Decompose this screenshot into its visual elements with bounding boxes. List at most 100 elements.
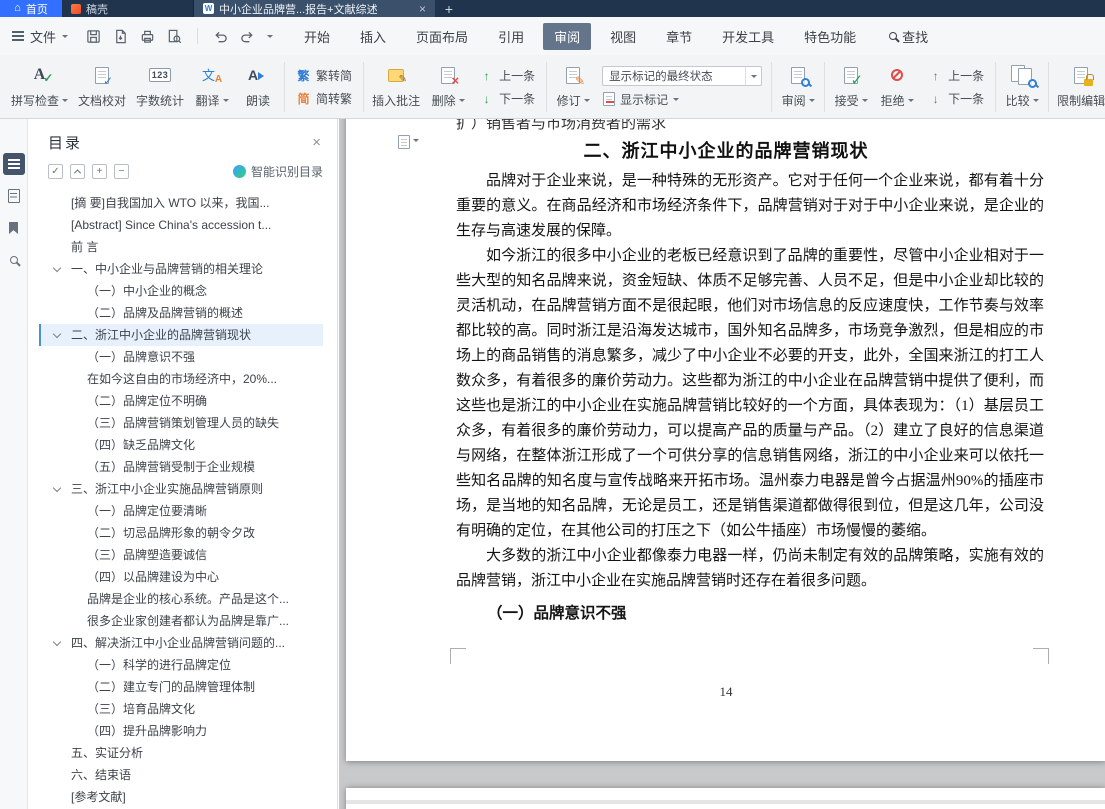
collapse-arrow-icon[interactable] [52,263,62,273]
translate-button[interactable]: 文A 翻译 [189,59,235,115]
next-page-top[interactable] [346,788,1105,809]
word-count-button[interactable]: 123 字数统计 [131,59,189,115]
markup-state-select[interactable]: 显示标记的最终状态 [602,65,763,86]
select-toggle-button[interactable]: ✓ [48,164,63,179]
toc-item[interactable]: （一）品牌定位要清晰 [39,500,323,522]
close-icon[interactable]: × [312,135,321,150]
collapse-arrow-icon[interactable] [52,637,62,647]
collapse-level-button[interactable]: − [114,164,129,179]
export-pdf-button[interactable] [113,29,128,44]
print-button[interactable] [140,29,155,44]
redo-dropdown-icon[interactable] [267,35,274,41]
toc-item[interactable]: （二）品牌定位不明确 [39,390,323,412]
toc-item[interactable]: 四、解决浙江中小企业品牌营销问题的... [39,632,323,654]
menu-tab-页面布局[interactable]: 页面布局 [405,23,479,50]
menu-tab-开发工具[interactable]: 开发工具 [711,23,785,50]
next-change-button[interactable]: ↓ 下一条 [924,89,988,108]
toc-item[interactable]: （二）建立专门的品牌管理体制 [39,676,323,698]
doc-proof-button[interactable]: ✓ 文档校对 [73,59,131,115]
toc-item[interactable]: 六、结束语 [39,764,323,786]
smart-toc-label: 智能识别目录 [250,165,323,179]
toc-item[interactable]: （三）品牌塑造要诚信 [39,544,323,566]
menu-tab-开始[interactable]: 开始 [293,23,341,50]
accept-button[interactable]: ✓ 接受 [828,59,874,115]
file-menu-button[interactable]: 文件 [0,27,78,46]
toc-item[interactable]: （二）切忌品牌形象的朝令夕改 [39,522,323,544]
toc-item[interactable]: （三）品牌营销策划管理人员的缺失 [39,412,323,434]
menu-tab-审阅[interactable]: 审阅 [543,22,592,50]
toc-item[interactable]: 品牌是企业的核心系统。产品是这个... [39,588,323,610]
toc-item[interactable]: 五、实证分析 [39,742,323,764]
redo-button[interactable] [240,29,255,44]
reject-button[interactable]: 拒绝 [874,59,920,115]
chevron-down-icon [222,98,229,105]
trad-to-simp-button[interactable]: 繁 繁转简 [292,66,356,85]
simp-to-trad-button[interactable]: 简 简转繁 [292,89,356,108]
document-page[interactable]: 扩）销售者与市场消费者的需求 二、浙江中小企业的品牌营销现状 品牌对于企业来说，… [346,119,1105,761]
tab-close-icon[interactable]: × [419,3,426,15]
toc-item[interactable]: 很多企业家创建者都认为品牌是靠广... [39,610,323,632]
tab-promo[interactable]: 稿壳 [62,0,194,17]
document-icon [7,189,20,203]
toc-item[interactable]: （二）品牌及品牌营销的概述 [39,302,323,324]
prev-change-button[interactable]: ↑ 上一条 [924,66,988,85]
collapse-all-button[interactable] [70,164,85,179]
toc-item[interactable]: （一）科学的进行品牌定位 [39,654,323,676]
tab-home[interactable]: ⌂ 首页 [0,0,62,17]
new-tab-button[interactable]: + [435,0,463,17]
save-button[interactable] [86,29,101,44]
toc-item[interactable]: （四）以品牌建设为中心 [39,566,323,588]
collapse-arrow-icon[interactable] [52,329,62,339]
print-preview-button[interactable] [167,29,182,44]
insert-comment-button[interactable]: 插入批注 [367,59,425,115]
menu-tab-引用[interactable]: 引用 [487,23,535,50]
toc-item[interactable]: （三）培育品牌文化 [39,698,323,720]
read-aloud-button[interactable]: A 朗读 [235,59,281,115]
smart-toc-button[interactable]: 智能识别目录 [232,163,323,180]
menu-tab-章节[interactable]: 章节 [655,23,703,50]
bookmark-pane-button[interactable] [3,217,25,239]
menu-tab-插入[interactable]: 插入 [349,23,397,50]
prev-comment-button[interactable]: ↑ 上一条 [475,66,539,85]
toc-item[interactable]: 前 言 [39,236,323,258]
toc-item[interactable]: （四）提升品牌影响力 [39,720,323,742]
toc-item[interactable]: 一、中小企业与品牌营销的相关理论 [39,258,323,280]
expand-level-button[interactable]: + [92,164,107,179]
clipped-text-line: 扩）销售者与市场消费者的需求 [456,119,667,132]
track-changes-button[interactable]: ✎ 修订 [550,59,596,115]
toc-item[interactable]: 三、浙江中小企业实施品牌营销原则 [39,478,323,500]
delete-comment-button[interactable]: × 删除 [425,59,471,115]
thumbnail-pane-button[interactable] [3,185,25,207]
spell-check-button[interactable]: A ✓ 拼写检查 [6,59,73,115]
toc-item[interactable]: （一）品牌意识不强 [39,346,323,368]
show-markup-button[interactable]: 显示标记 [602,90,762,109]
toc-item[interactable]: 在如今这自由的市场经济中，20%... [39,368,323,390]
toc-item[interactable]: （四）缺乏品牌文化 [39,434,323,456]
simp-to-trad-label: 简转繁 [316,92,353,106]
combo-dropdown[interactable] [745,66,761,85]
search-icon [9,256,18,264]
review-button[interactable]: 审阅 [775,59,821,115]
next-comment-button[interactable]: ↓ 下一条 [475,89,539,108]
toc-item[interactable]: [摘 要]自我国加入 WTO 以来，我国... [39,192,323,214]
compare-button[interactable]: 比较 [999,59,1045,115]
restrict-editing-button[interactable]: 限制编辑 [1052,59,1105,115]
up-arrow-icon: ↑ [483,68,490,83]
menu-tab-视图[interactable]: 视图 [599,23,647,50]
menu-tab-特色功能[interactable]: 特色功能 [793,23,867,50]
toc-item[interactable]: 二、浙江中小企业的品牌营销现状 [39,324,323,346]
toc-item[interactable]: [参考文献] [39,786,323,808]
collapse-arrow-icon[interactable] [52,483,62,493]
reject-icon [891,69,904,81]
chevron-down-icon [62,35,69,41]
undo-button[interactable] [213,29,228,44]
toc-item[interactable]: （一）中小企业的概念 [39,280,323,302]
toc-item-label: [参考文献] [71,790,126,804]
tab-document[interactable]: W 中小企业品牌营...报告+文献综述 × [194,0,435,17]
find-button[interactable]: 查找 [889,27,928,46]
toc-item[interactable]: [Abstract] Since China's accession t... [39,214,323,236]
toc-item[interactable]: （五）品牌营销受制于企业规模 [39,456,323,478]
document-canvas[interactable]: 扩）销售者与市场消费者的需求 二、浙江中小企业的品牌营销现状 品牌对于企业来说，… [339,119,1105,809]
outline-pane-button[interactable] [2,153,25,175]
search-pane-button[interactable] [3,249,25,271]
